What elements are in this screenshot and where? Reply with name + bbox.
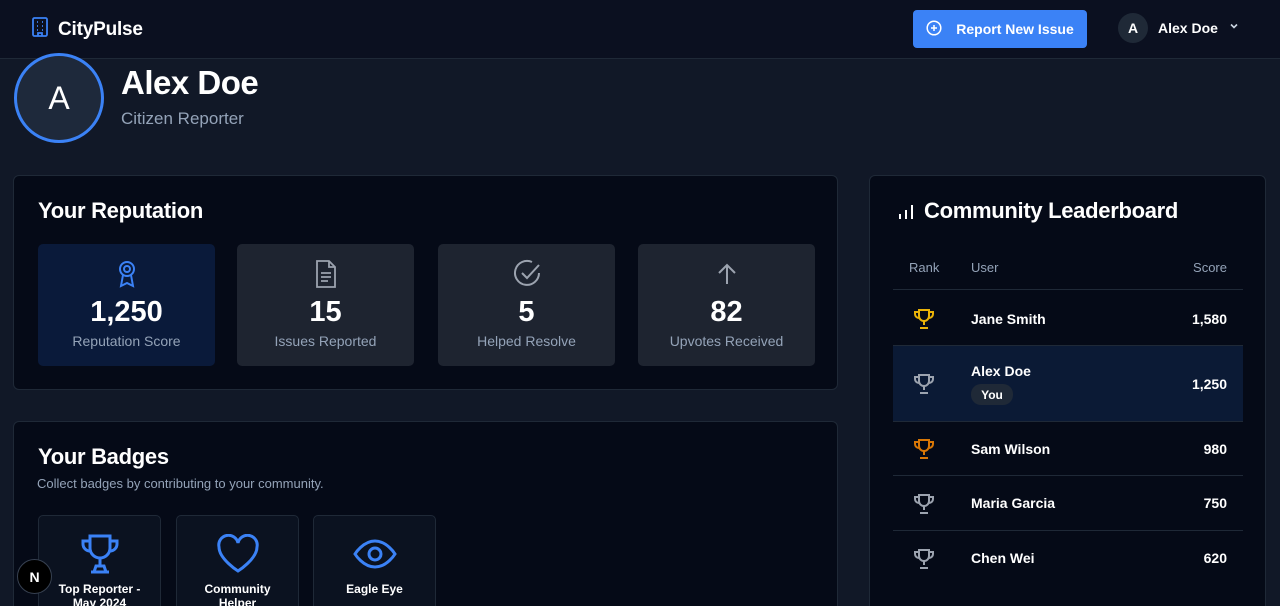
brand[interactable]: CityPulse: [30, 16, 143, 43]
reputation-card: Your Reputation 1,250 Reputation Score 1…: [13, 175, 838, 390]
trophy-icon: [913, 438, 935, 465]
badges-card: Your Badges Collect badges by contributi…: [13, 421, 838, 606]
stat-label: Issues Reported: [274, 333, 377, 349]
trophy-icon: [913, 493, 935, 520]
you-badge: You: [971, 384, 1013, 405]
trophy-icon: [913, 308, 935, 335]
leaderboard-card: Community Leaderboard Rank User Score Ja…: [869, 175, 1266, 606]
user-menu[interactable]: A Alex Doe: [1118, 13, 1240, 43]
stat-value: 1,250: [90, 296, 163, 328]
stat-label: Reputation Score: [72, 333, 181, 349]
avatar: A: [1118, 13, 1148, 43]
column-score: Score: [1193, 260, 1227, 275]
profile-avatar: A: [14, 53, 104, 143]
leaderboard-user-name: Jane Smith: [971, 311, 1046, 327]
report-new-issue-button[interactable]: Report New Issue: [913, 10, 1087, 48]
reputation-title: Your Reputation: [38, 198, 203, 223]
stat-value: 82: [710, 296, 743, 328]
stat-label: Helped Resolve: [477, 333, 576, 349]
badges-subtitle: Collect badges by contributing to your c…: [37, 476, 324, 491]
leaderboard-user-name: Maria Garcia: [971, 495, 1056, 511]
stat-reputation-score: 1,250 Reputation Score: [38, 244, 215, 366]
bar-chart-icon: [897, 204, 915, 225]
leaderboard-score: 620: [1203, 550, 1227, 566]
user-menu-name: Alex Doe: [1158, 20, 1218, 36]
trophy-icon: [913, 548, 935, 575]
dev-tools-indicator[interactable]: N: [17, 559, 52, 594]
award-icon: [115, 258, 139, 290]
leaderboard-user-name: Alex Doe: [971, 363, 1031, 379]
leaderboard-title: Community Leaderboard: [924, 198, 1179, 223]
profile-name: Alex Doe: [121, 64, 259, 101]
report-button-label: Report New Issue: [956, 21, 1074, 37]
leaderboard-row[interactable]: Jane Smith 1,580: [893, 291, 1243, 346]
brand-name: CityPulse: [58, 18, 143, 40]
trophy-icon: [913, 373, 935, 400]
leaderboard-score: 1,250: [1191, 376, 1227, 392]
badge-top-reporter[interactable]: Top Reporter - May 2024: [38, 515, 161, 606]
stat-label: Upvotes Received: [669, 333, 784, 349]
plus-circle-icon: [926, 19, 942, 39]
trophy-icon: [78, 532, 122, 576]
leaderboard-user-name: Chen Wei: [971, 550, 1035, 566]
leaderboard-row[interactable]: Chen Wei 620: [893, 531, 1243, 586]
stat-value: 5: [518, 296, 535, 328]
stat-issues-reported: 15 Issues Reported: [237, 244, 414, 366]
leaderboard-header: Rank User Score: [893, 260, 1243, 290]
column-rank: Rank: [909, 260, 940, 275]
stat-upvotes-received: 82 Upvotes Received: [638, 244, 815, 366]
badges-title: Your Badges: [38, 444, 169, 469]
leaderboard-row-current-user[interactable]: Alex Doe You 1,250: [893, 346, 1243, 422]
leaderboard-score: 1,580: [1191, 311, 1227, 327]
heart-icon: [216, 532, 260, 576]
stat-value: 15: [309, 296, 342, 328]
badge-eagle-eye[interactable]: Eagle Eye: [313, 515, 436, 606]
leaderboard-score: 750: [1203, 495, 1227, 511]
column-user: User: [971, 260, 999, 275]
document-icon: [313, 258, 339, 290]
leaderboard-user-name: Sam Wilson: [971, 441, 1051, 457]
chevron-down-icon: [1228, 19, 1240, 37]
stat-helped-resolve: 5 Helped Resolve: [438, 244, 615, 366]
leaderboard-score: 980: [1203, 441, 1227, 457]
top-navbar: CityPulse Report New Issue A Alex Doe: [0, 0, 1280, 59]
arrow-up-icon: [714, 258, 740, 290]
badge-label: Community Helper: [204, 582, 271, 606]
profile-role: Citizen Reporter: [121, 109, 244, 128]
leaderboard-row[interactable]: Maria Garcia 750: [893, 476, 1243, 531]
leaderboard-row[interactable]: Sam Wilson 980: [893, 422, 1243, 476]
building-icon: [30, 16, 50, 43]
eye-icon: [352, 532, 397, 576]
badge-community-helper[interactable]: Community Helper: [176, 515, 299, 606]
badge-label: Top Reporter - May 2024: [58, 582, 141, 606]
check-circle-icon: [512, 258, 542, 290]
badge-label: Eagle Eye: [346, 582, 403, 596]
